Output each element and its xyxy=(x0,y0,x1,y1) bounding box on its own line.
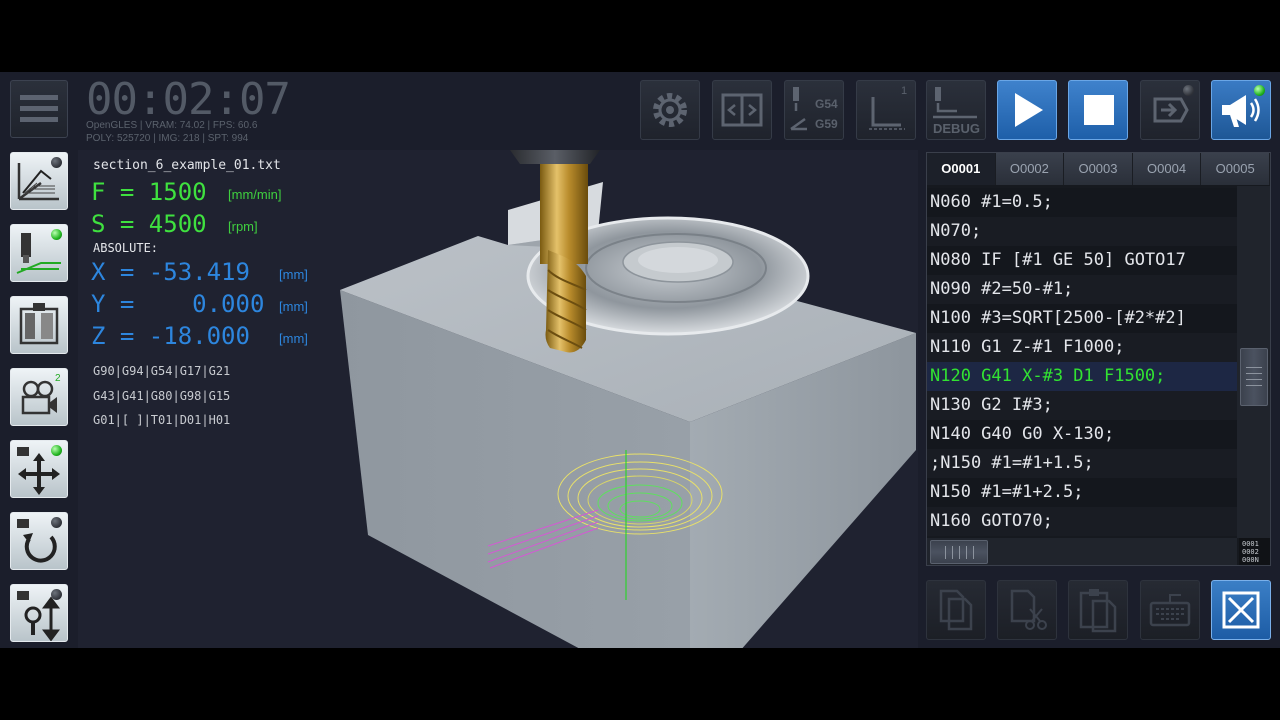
wcs-label-g59: G59 xyxy=(815,117,838,131)
gear-icon xyxy=(653,93,687,127)
code-line[interactable]: N090 #2=50-#1; xyxy=(927,275,1237,304)
status-led xyxy=(51,229,62,240)
line-number-label: 000N xyxy=(1242,556,1259,564)
machine-icon xyxy=(19,303,59,345)
cut-icon xyxy=(1010,589,1047,630)
single-block-button[interactable]: 1 xyxy=(856,80,916,140)
status-led xyxy=(51,445,62,456)
vertical-scroll-thumb[interactable] xyxy=(1240,348,1268,406)
program-tabs: O0001 O0002 O0003 O0004 O0005 xyxy=(927,153,1270,185)
keyboard-button[interactable] xyxy=(1140,580,1200,640)
mirror-view-button[interactable] xyxy=(712,80,772,140)
feed-unit: [mm/min] xyxy=(228,187,282,202)
paste-icon xyxy=(1079,589,1117,633)
menu-button[interactable] xyxy=(10,80,68,138)
camera-zoom-button[interactable] xyxy=(10,584,68,642)
export-button[interactable] xyxy=(1140,80,1200,140)
keyboard-icon xyxy=(1149,594,1191,627)
audio-button[interactable] xyxy=(1211,80,1271,140)
tab-o0001[interactable]: O0001 xyxy=(927,153,996,185)
code-line[interactable]: N110 G1 Z-#1 F1000; xyxy=(927,333,1237,362)
code-line[interactable]: ;N150 #1=#1+1.5; xyxy=(927,449,1237,478)
status-led xyxy=(51,517,62,528)
play-button[interactable] xyxy=(997,80,1057,140)
current-code-line[interactable]: N120 G41 X-#3 D1 F1500; xyxy=(927,362,1237,391)
wcs-button[interactable]: G54 G59 xyxy=(784,80,844,140)
status-led xyxy=(1254,85,1265,96)
cnc-simulator-app: 00:02:07 OpenGLES | VRAM: 74.02 | FPS: 6… xyxy=(0,72,1280,648)
elapsed-timer: 00:02:07 xyxy=(86,74,291,125)
x-position: X = -53.419 xyxy=(91,258,250,286)
copy-icon xyxy=(939,589,973,631)
stop-button[interactable] xyxy=(1068,80,1128,140)
code-line[interactable]: N080 IF [#1 GE 50] GOTO17 xyxy=(927,246,1237,275)
tool-holder xyxy=(510,150,600,164)
vertical-scrollbar[interactable] xyxy=(1237,186,1270,538)
paste-button[interactable] xyxy=(1068,580,1128,640)
tab-o0002[interactable]: O0002 xyxy=(995,153,1065,185)
wcs-label-g54: G54 xyxy=(815,97,838,111)
coordinate-mode: ABSOLUTE: xyxy=(93,241,159,255)
line-numbers-toggle[interactable]: 0001 0002 000N xyxy=(1239,538,1270,565)
camera-icon: 2 xyxy=(21,373,61,415)
split-view-icon xyxy=(721,93,763,127)
y-position: Y = 0.000 xyxy=(91,290,265,318)
close-button[interactable] xyxy=(1211,580,1271,640)
code-line[interactable]: N060 #1=0.5; xyxy=(927,188,1237,217)
horizontal-scroll-thumb[interactable] xyxy=(930,540,988,564)
camera-pan-button[interactable] xyxy=(10,440,68,498)
z-unit: [mm] xyxy=(279,331,308,346)
code-lines[interactable]: N060 #1=0.5; N070; N080 IF [#1 GE 50] GO… xyxy=(927,188,1237,536)
code-line[interactable]: N150 #1=#1+2.5; xyxy=(927,478,1237,507)
camera-button[interactable]: 2 xyxy=(10,368,68,426)
close-icon xyxy=(1222,591,1260,629)
x-unit: [mm] xyxy=(279,267,308,282)
code-line[interactable]: N070; xyxy=(927,217,1237,246)
single-block-label: 1 xyxy=(901,85,908,97)
grid-view-button[interactable] xyxy=(10,152,68,210)
status-led xyxy=(51,589,62,600)
spindle-speed-readout: S = 4500 xyxy=(91,210,207,238)
toolpath-button[interactable] xyxy=(10,224,68,282)
code-line[interactable]: N100 #3=SQRT[2500-[#2*#2] xyxy=(927,304,1237,333)
status-led xyxy=(1183,85,1194,96)
modal-gcodes-2: G43|G41|G80|G98|G15 xyxy=(93,389,231,403)
tab-o0003[interactable]: O0003 xyxy=(1064,153,1133,185)
render-stats-2: POLY: 525720 | IMG: 218 | SPT: 994 xyxy=(86,133,249,144)
render-stats: OpenGLES | VRAM: 74.02 | FPS: 60.6 xyxy=(86,120,258,131)
play-icon xyxy=(1015,93,1043,127)
feed-rate-readout: F = 1500 xyxy=(91,178,207,206)
svg-text:2: 2 xyxy=(55,373,61,384)
tab-o0004[interactable]: O0004 xyxy=(1132,153,1202,185)
cut-button[interactable] xyxy=(997,580,1057,640)
code-line[interactable]: N140 G40 G0 X-130; xyxy=(927,420,1237,449)
code-line[interactable]: N130 G2 I#3; xyxy=(927,391,1237,420)
speed-unit: [rpm] xyxy=(228,219,258,234)
camera-rotate-button[interactable] xyxy=(10,512,68,570)
horizontal-scrollbar[interactable] xyxy=(927,538,1237,565)
y-unit: [mm] xyxy=(279,299,308,314)
stop-icon xyxy=(1084,95,1114,125)
gcode-editor: O0001 O0002 O0003 O0004 O0005 N060 #1=0.… xyxy=(926,152,1271,566)
machine-view-button[interactable] xyxy=(10,296,68,354)
line-number-label: 0002 xyxy=(1242,548,1259,556)
debug-label: DEBUG xyxy=(933,121,980,136)
program-filename: section_6_example_01.txt xyxy=(93,158,281,173)
modal-gcodes-3: G01|[ ]|T01|D01|H01 xyxy=(93,413,231,427)
z-position: Z = -18.000 xyxy=(91,322,250,350)
line-number-label: 0001 xyxy=(1242,540,1259,548)
debug-button[interactable]: DEBUG xyxy=(926,80,986,140)
settings-button[interactable] xyxy=(640,80,700,140)
modal-gcodes-1: G90|G94|G54|G17|G21 xyxy=(93,364,231,378)
tab-o0005[interactable]: O0005 xyxy=(1201,153,1270,185)
code-line[interactable]: N160 GOTO70; xyxy=(927,507,1237,536)
copy-button[interactable] xyxy=(926,580,986,640)
status-led xyxy=(51,157,62,168)
hamburger-menu-icon xyxy=(20,95,58,122)
